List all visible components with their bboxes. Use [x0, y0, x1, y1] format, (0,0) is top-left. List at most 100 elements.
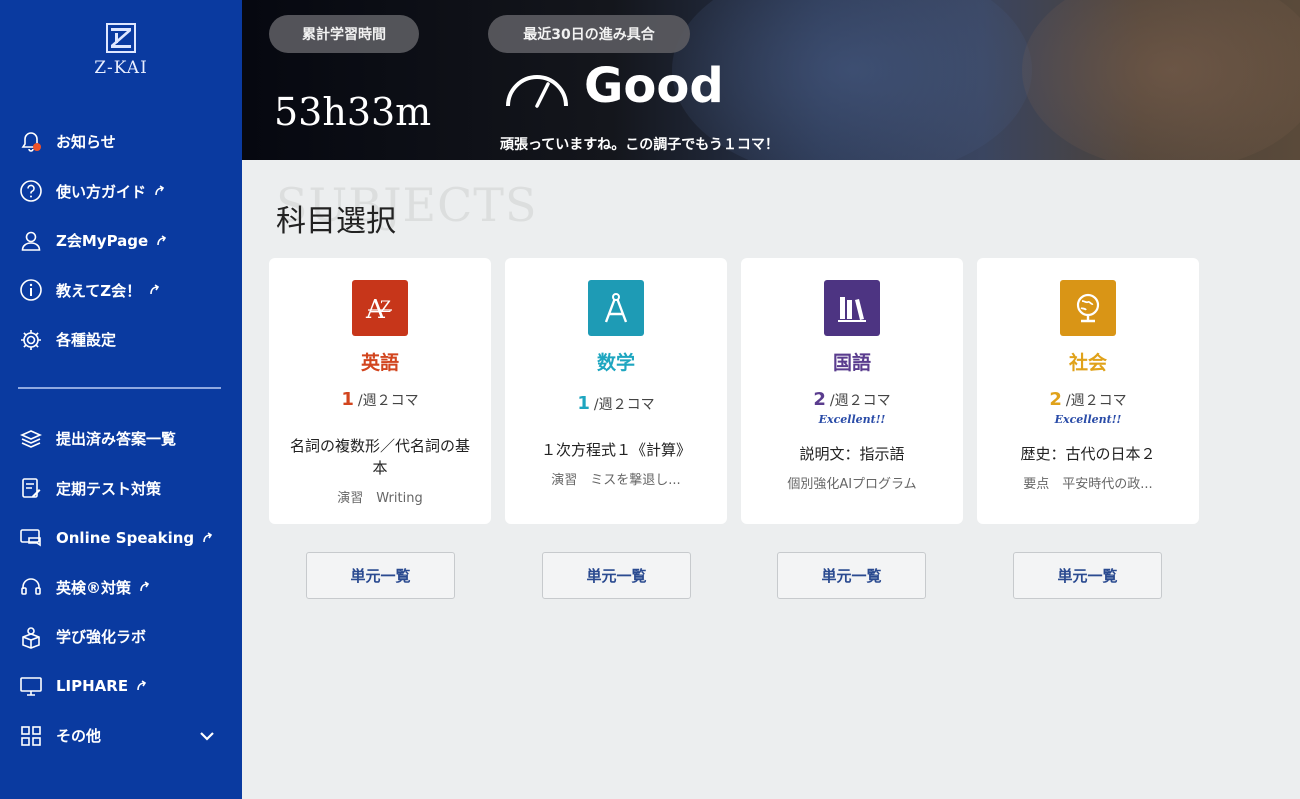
svg-text:Z: Z: [380, 297, 391, 316]
current-activity: 演習 ミスを撃退し...: [551, 473, 681, 488]
nav-label: 学び強化ラボ: [56, 628, 147, 647]
compass-icon: [588, 280, 644, 336]
nav-item-learning-lab[interactable]: 学び強化ラボ: [0, 612, 242, 662]
excellent-badge: Excellent!!: [818, 413, 886, 426]
nav-label: Z会MyPage: [56, 232, 149, 251]
subject-name: 国語: [832, 352, 871, 374]
sidebar: Z-KAI お知らせ 使い方ガイド Z会MyPage 教えてZ会！ 各種設定 提…: [0, 0, 242, 799]
section-title: 科目選択: [276, 204, 396, 239]
nav-label: その他: [56, 727, 102, 746]
layers-icon: [18, 426, 44, 452]
nav-item-online-speaking[interactable]: Online Speaking: [0, 513, 242, 563]
count-number: 2: [1049, 389, 1062, 410]
info-circle-icon: [18, 277, 44, 303]
current-lesson: 名詞の複数形／代名詞の基本: [289, 437, 470, 477]
primary-nav: お知らせ 使い方ガイド Z会MyPage 教えてZ会！ 各種設定: [0, 117, 242, 365]
cheer-message: 頑張っていますね。この調子でもう１コマ！: [500, 137, 779, 153]
external-link-icon: [157, 235, 167, 245]
total-time-value: 53h33m: [274, 90, 432, 134]
banner-photo-highlight: [1022, 0, 1300, 160]
nav-label: 各種設定: [56, 331, 117, 350]
cube-person-icon: [18, 624, 44, 650]
nav-label: LIPHARE: [56, 677, 129, 696]
headset-icon: [18, 574, 44, 600]
stats-banner: 累計学習時間 53h33m 最近30日の進み具合 Good 頑張っていますね。こ…: [242, 0, 1300, 160]
help-circle-icon: [18, 178, 44, 204]
books-icon: [824, 280, 880, 336]
chat-screen-icon: [18, 525, 44, 551]
nav-item-liphare[interactable]: LIPHARE: [0, 662, 242, 712]
nav-label: 提出済み答案一覧: [56, 430, 177, 449]
excellent-badge: [269, 413, 491, 435]
nav-item-other[interactable]: その他: [0, 711, 242, 761]
external-link-icon: [137, 680, 147, 691]
count-number: 1: [341, 389, 354, 410]
count-unit: /週２コマ: [593, 397, 655, 413]
nav-label: お知らせ: [56, 133, 116, 152]
external-link-icon: [155, 185, 165, 196]
nav-item-test-prep[interactable]: 定期テスト対策: [0, 464, 242, 514]
count-number: 2: [813, 389, 826, 410]
nav-item-settings[interactable]: 各種設定: [0, 315, 242, 365]
nav-label: 定期テスト対策: [56, 479, 162, 498]
nav-label: Online Speaking: [56, 528, 195, 547]
chevron-down-icon[interactable]: [198, 727, 216, 745]
english-az-icon: AZ: [352, 280, 408, 336]
subject-card-social[interactable]: 社会 2/週２コマ Excellent!! 歴史：古代の日本２ 要点 平安時代の…: [977, 258, 1199, 524]
progress-value: Good: [584, 58, 724, 114]
weekly-count: 2/週２コマ: [741, 389, 963, 411]
gear-icon: [18, 327, 44, 353]
unit-list-button-math[interactable]: 単元一覧: [542, 552, 691, 599]
subject-card-math[interactable]: 数学 1/週２コマ １次方程式１《計算》 演習 ミスを撃退し...: [505, 258, 727, 524]
excellent-badge: [505, 417, 727, 439]
unit-list-button-english[interactable]: 単元一覧: [306, 552, 455, 599]
progress-label: 最近30日の進み具合: [488, 15, 690, 53]
external-link-icon: [150, 284, 160, 295]
gauge-icon: [506, 75, 568, 108]
nav-item-guide[interactable]: 使い方ガイド: [0, 167, 242, 217]
unit-list-button-japanese[interactable]: 単元一覧: [777, 552, 926, 599]
count-unit: /週２コマ: [1065, 393, 1127, 409]
brand-name: Z-KAI: [94, 58, 148, 78]
count-unit: /週２コマ: [829, 393, 891, 409]
subject-card-japanese[interactable]: 国語 2/週２コマ Excellent!! 説明文：指示語 個別強化AIプログラ…: [741, 258, 963, 524]
nav-item-eiken[interactable]: 英検®対策: [0, 563, 242, 613]
current-activity: 個別強化AIプログラム: [787, 477, 917, 492]
sidebar-divider: [18, 387, 221, 389]
grid-icon: [18, 723, 44, 749]
count-number: 1: [577, 393, 590, 414]
subject-name: 英語: [360, 352, 399, 374]
weekly-count: 1/週２コマ: [269, 389, 491, 411]
current-lesson: 説明文：指示語: [799, 445, 905, 463]
secondary-nav: 提出済み答案一覧 定期テスト対策 Online Speaking 英検®対策 学…: [0, 414, 242, 761]
zkai-logo[interactable]: Z-KAI: [84, 22, 158, 78]
current-activity: 演習 Writing: [337, 491, 423, 506]
nav-label: 使い方ガイド: [56, 182, 147, 201]
current-lesson: 歴史：古代の日本２: [1020, 445, 1156, 463]
nav-label: 英検®対策: [56, 578, 132, 597]
current-activity: 要点 平安時代の政...: [1023, 477, 1153, 492]
weekly-count: 1/週２コマ: [505, 393, 727, 415]
zkai-logo-icon: [105, 22, 137, 54]
user-icon: [18, 228, 44, 254]
excellent-badge: Excellent!!: [1054, 413, 1122, 426]
document-edit-icon: [18, 475, 44, 501]
external-link-icon: [203, 532, 213, 542]
total-time-label: 累計学習時間: [269, 15, 419, 53]
external-link-icon: [140, 581, 150, 592]
nav-item-submitted[interactable]: 提出済み答案一覧: [0, 414, 242, 464]
subject-name: 数学: [596, 352, 635, 374]
count-unit: /週２コマ: [357, 393, 419, 409]
nav-item-notices[interactable]: お知らせ: [0, 117, 242, 167]
bell-icon: [18, 129, 44, 155]
current-lesson: １次方程式１《計算》: [540, 441, 691, 459]
nav-item-ask[interactable]: 教えてZ会！: [0, 266, 242, 316]
subject-card-english[interactable]: AZ 英語 1/週２コマ 名詞の複数形／代名詞の基本 演習 Writing: [269, 258, 491, 524]
subject-name: 社会: [1068, 352, 1107, 374]
globe-icon: [1060, 280, 1116, 336]
nav-item-mypage[interactable]: Z会MyPage: [0, 216, 242, 266]
unit-list-button-social[interactable]: 単元一覧: [1013, 552, 1162, 599]
monitor-icon: [18, 673, 44, 699]
weekly-count: 2/週２コマ: [977, 389, 1199, 411]
nav-label: 教えてZ会！: [56, 281, 142, 300]
